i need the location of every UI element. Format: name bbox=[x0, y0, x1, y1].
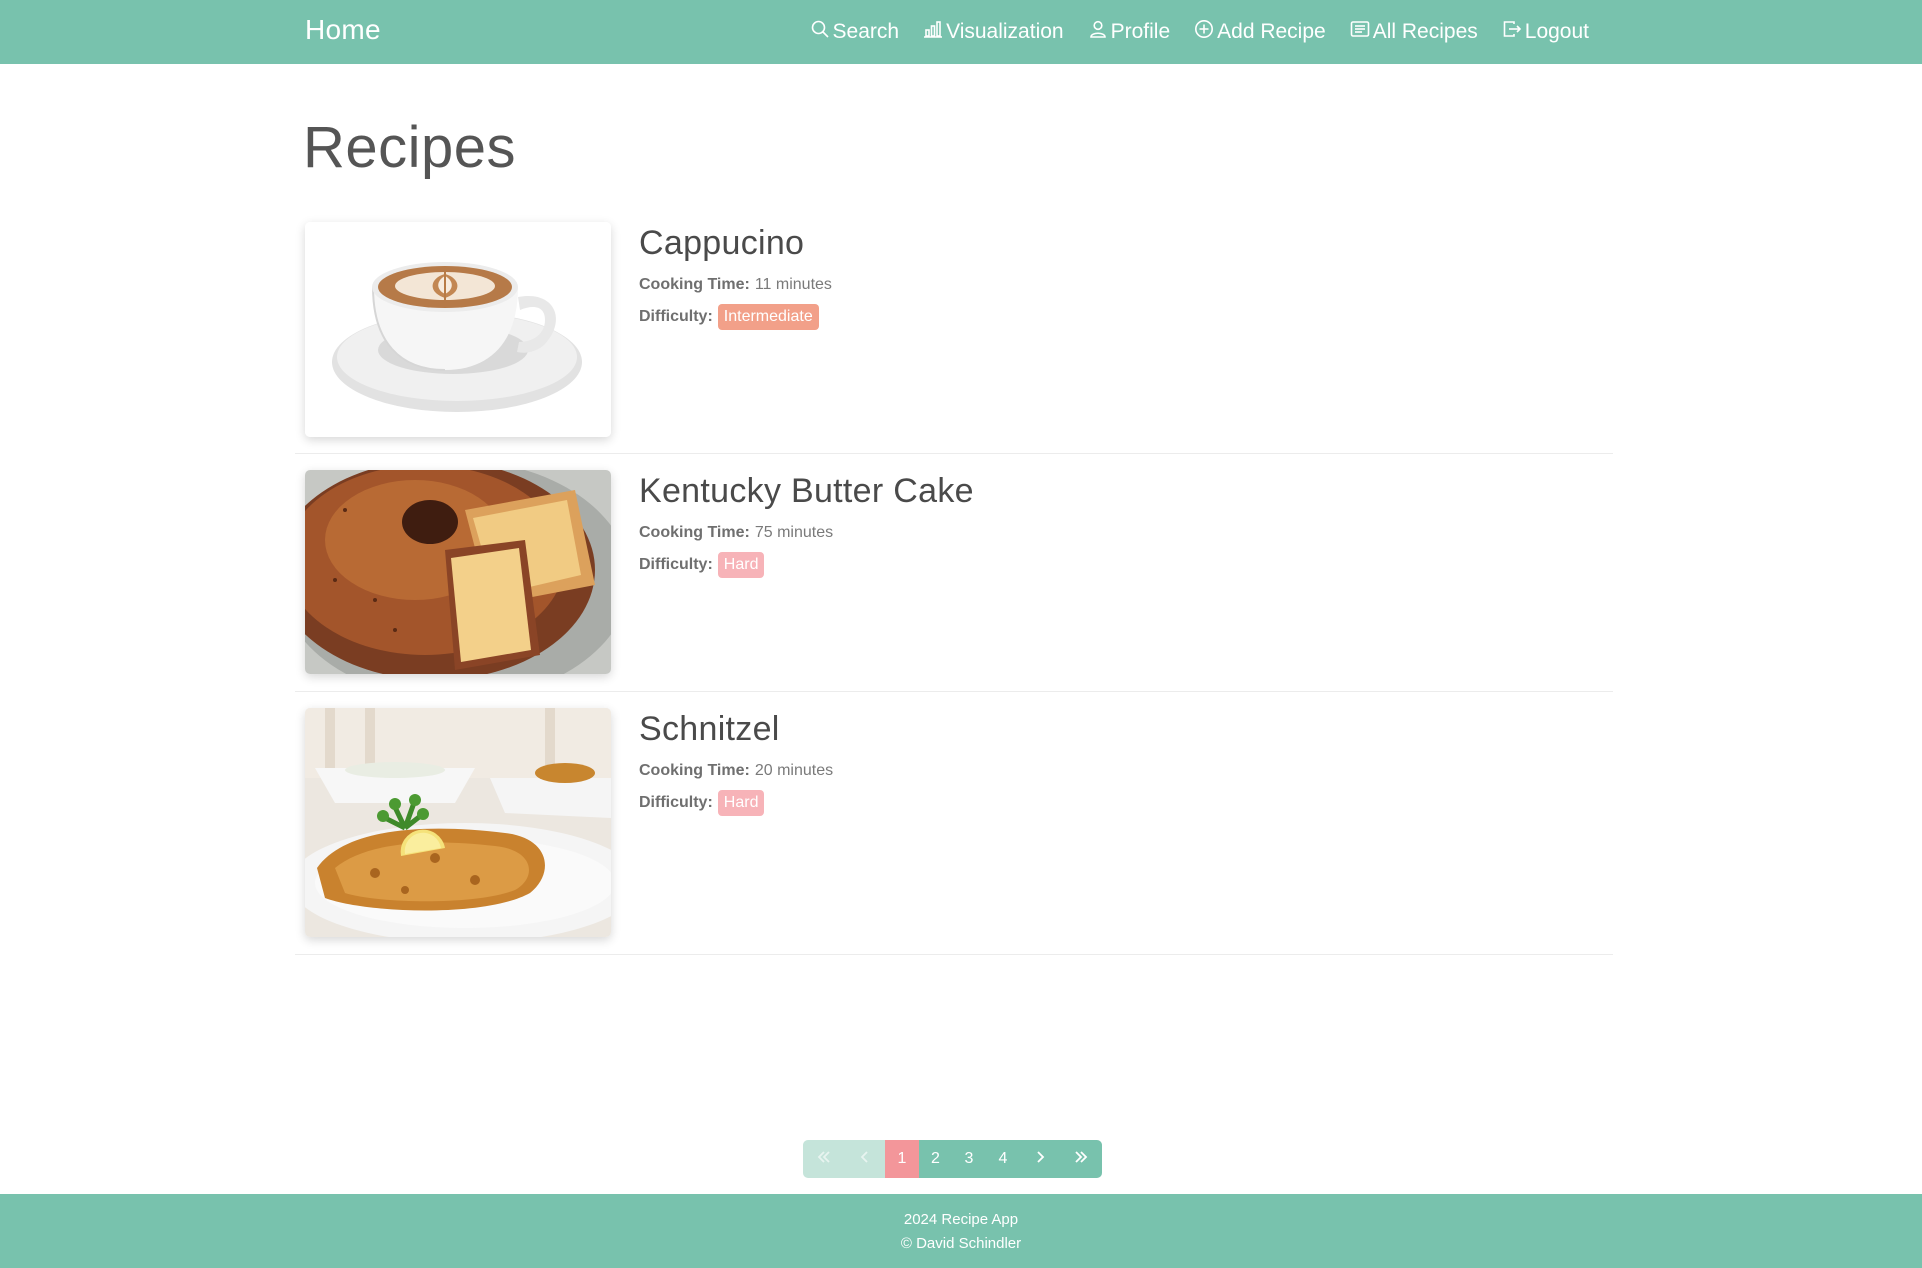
page-1-button[interactable]: 1 bbox=[885, 1140, 919, 1178]
cooking-time-value: 20 minutes bbox=[754, 762, 834, 779]
nav-links: Search Visualization Profile Add Recipe … bbox=[810, 0, 1589, 64]
double-chevron-right-icon bbox=[1073, 1149, 1089, 1170]
search-icon bbox=[810, 19, 830, 45]
chevron-right-icon bbox=[1032, 1149, 1048, 1170]
difficulty-badge: Hard bbox=[717, 790, 765, 816]
nav-visualization-label: Visualization bbox=[946, 20, 1064, 43]
nav-profile-label: Profile bbox=[1110, 20, 1171, 43]
recipe-info: Schnitzel Cooking Time: 20 minutes Diffi… bbox=[639, 708, 833, 816]
double-chevron-left-icon bbox=[816, 1149, 832, 1170]
nav-search[interactable]: Search bbox=[810, 19, 900, 45]
recipe-image[interactable] bbox=[305, 222, 611, 437]
page-title: Recipes bbox=[303, 115, 517, 180]
recipe-image[interactable] bbox=[305, 708, 611, 937]
previous-page-button[interactable] bbox=[845, 1140, 885, 1178]
recipe-card: Schnitzel Cooking Time: 20 minutes Diffi… bbox=[295, 692, 1613, 955]
difficulty-label: Difficulty: bbox=[639, 794, 713, 811]
footer-app-name: 2024 Recipe App bbox=[903, 1211, 1019, 1228]
recipe-info: Kentucky Butter Cake Cooking Time: 75 mi… bbox=[639, 470, 974, 578]
logout-icon bbox=[1502, 19, 1522, 45]
butter-cake-photo bbox=[305, 470, 611, 674]
cooking-time-label: Cooking Time: bbox=[639, 276, 750, 293]
cooking-time-label: Cooking Time: bbox=[639, 524, 750, 541]
bar-chart-icon bbox=[923, 19, 943, 45]
nav-all-recipes-label: All Recipes bbox=[1372, 20, 1478, 43]
recipe-name[interactable]: Kentucky Butter Cake bbox=[639, 470, 974, 512]
nav-logout-label: Logout bbox=[1524, 20, 1589, 43]
card-list-icon bbox=[1350, 19, 1370, 45]
plus-circle-icon bbox=[1194, 19, 1214, 45]
recipe-list: Cappucino Cooking Time: 11 minutes Diffi… bbox=[295, 222, 1613, 955]
navbar: Home Search Visualization Profile Add Re… bbox=[0, 0, 1922, 64]
cooking-time-row: Cooking Time: 11 minutes bbox=[639, 274, 832, 296]
difficulty-label: Difficulty: bbox=[639, 556, 713, 573]
recipe-name[interactable]: Schnitzel bbox=[639, 708, 833, 750]
nav-search-label: Search bbox=[832, 20, 900, 43]
cooking-time-row: Cooking Time: 75 minutes bbox=[639, 522, 974, 544]
brand-home-link[interactable]: Home bbox=[305, 14, 381, 46]
page-2-button[interactable]: 2 bbox=[919, 1140, 952, 1178]
cooking-time-row: Cooking Time: 20 minutes bbox=[639, 760, 833, 782]
difficulty-label: Difficulty: bbox=[639, 308, 713, 325]
nav-add-recipe[interactable]: Add Recipe bbox=[1194, 19, 1326, 45]
footer-copyright: © David Schindler bbox=[900, 1235, 1022, 1252]
nav-profile[interactable]: Profile bbox=[1088, 19, 1171, 45]
nav-logout[interactable]: Logout bbox=[1502, 19, 1589, 45]
cooking-time-value: 11 minutes bbox=[754, 276, 832, 293]
page-4-button[interactable]: 4 bbox=[986, 1140, 1020, 1178]
next-page-button[interactable] bbox=[1020, 1140, 1060, 1178]
chevron-left-icon bbox=[857, 1149, 873, 1170]
recipe-card: Cappucino Cooking Time: 11 minutes Diffi… bbox=[295, 222, 1613, 454]
last-page-button[interactable] bbox=[1060, 1140, 1102, 1178]
footer: 2024 Recipe App © David Schindler bbox=[0, 1194, 1922, 1268]
difficulty-row: Difficulty: Intermediate bbox=[639, 304, 832, 330]
difficulty-badge: Intermediate bbox=[717, 304, 819, 330]
nav-visualization[interactable]: Visualization bbox=[923, 19, 1064, 45]
difficulty-badge: Hard bbox=[717, 552, 765, 578]
nav-add-recipe-label: Add Recipe bbox=[1217, 20, 1326, 43]
recipe-name[interactable]: Cappucino bbox=[639, 222, 832, 264]
recipe-info: Cappucino Cooking Time: 11 minutes Diffi… bbox=[639, 222, 832, 330]
person-icon bbox=[1088, 19, 1108, 45]
cappuccino-photo bbox=[305, 222, 611, 437]
difficulty-row: Difficulty: Hard bbox=[639, 790, 833, 816]
page-3-button[interactable]: 3 bbox=[952, 1140, 986, 1178]
cooking-time-label: Cooking Time: bbox=[639, 762, 750, 779]
difficulty-row: Difficulty: Hard bbox=[639, 552, 974, 578]
recipe-image[interactable] bbox=[305, 470, 611, 674]
schnitzel-photo bbox=[305, 708, 611, 937]
nav-all-recipes[interactable]: All Recipes bbox=[1350, 19, 1478, 45]
recipe-card: Kentucky Butter Cake Cooking Time: 75 mi… bbox=[295, 454, 1613, 692]
pagination: 1 2 3 4 bbox=[803, 1140, 1102, 1178]
first-page-button[interactable] bbox=[803, 1140, 845, 1178]
cooking-time-value: 75 minutes bbox=[754, 524, 834, 541]
